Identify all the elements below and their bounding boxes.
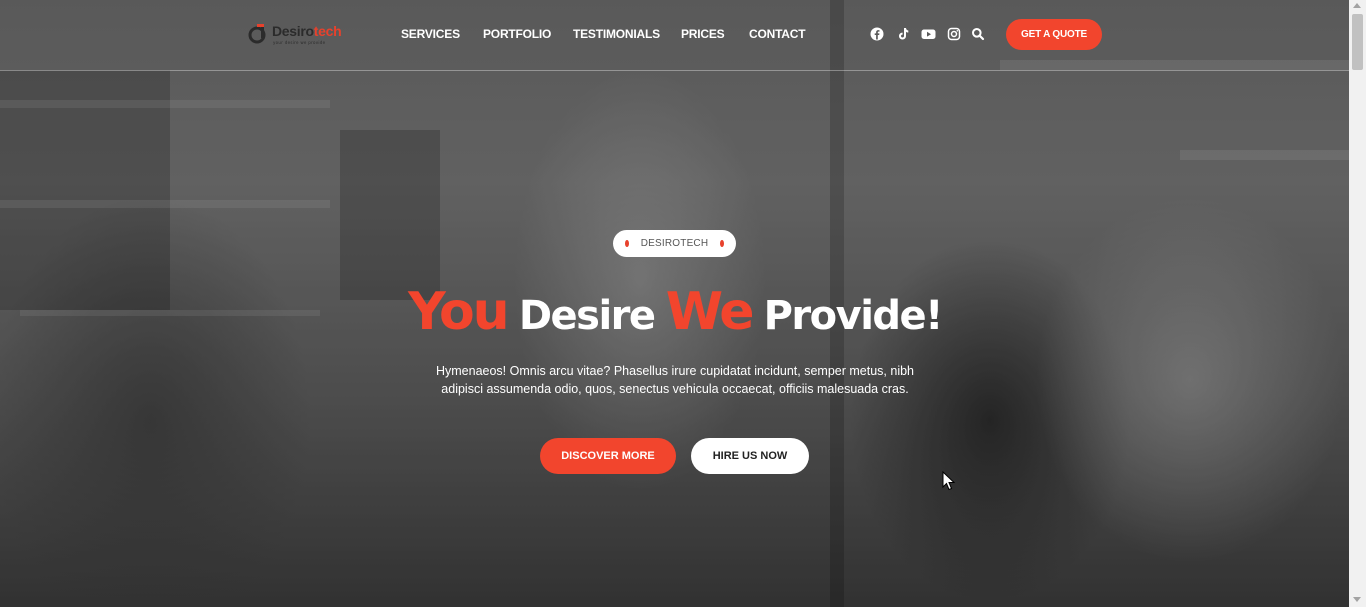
scroll-thumb[interactable]: [1352, 14, 1363, 70]
scroll-up-arrow-icon[interactable]: [1353, 3, 1361, 8]
logo-tagline: your desire we provide: [273, 40, 326, 45]
hero-badge: DESIROTECH: [613, 230, 736, 257]
scroll-down-arrow-icon[interactable]: [1353, 597, 1361, 602]
instagram-icon[interactable]: [947, 27, 961, 41]
discover-more-button[interactable]: DISCOVER MORE: [540, 438, 676, 474]
hero-headline: You Desire We Provide!: [380, 282, 970, 342]
headline-word-provide: Provide!: [763, 293, 944, 339]
site-logo[interactable]: Desirotech your desire we provide: [247, 21, 347, 49]
tiktok-icon[interactable]: [896, 27, 910, 41]
logo-mark-icon: [248, 24, 266, 44]
nav-item-portfolio[interactable]: PORTFOLIO: [483, 27, 551, 41]
headline-word-desire: Desire: [518, 293, 656, 339]
hire-us-now-button[interactable]: HIRE US NOW: [691, 438, 809, 474]
badge-dot-right: [720, 240, 724, 247]
youtube-icon[interactable]: [921, 27, 936, 41]
hero-badge-label: DESIROTECH: [640, 238, 709, 249]
headline-word-you: You: [408, 282, 510, 342]
headline-word-we: We: [665, 282, 755, 342]
search-icon[interactable]: [971, 27, 985, 41]
nav-item-services[interactable]: SERVICES: [401, 27, 460, 41]
hero-description: Hymenaeos! Omnis arcu vitae? Phasellus i…: [435, 364, 914, 396]
nav-item-prices[interactable]: PRICES: [681, 27, 725, 41]
page-scrollbar[interactable]: [1349, 0, 1366, 607]
badge-dot-left: [625, 240, 629, 247]
nav-item-contact[interactable]: CONTACT: [749, 27, 806, 41]
get-a-quote-button[interactable]: GET A QUOTE: [1006, 19, 1102, 50]
site-header: Desirotech your desire we provide SERVIC…: [0, 0, 1349, 71]
mouse-cursor-icon: [942, 471, 956, 491]
facebook-icon[interactable]: [870, 27, 884, 41]
nav-item-testimonials[interactable]: TESTIMONIALS: [573, 27, 660, 41]
logo-text: Desirotech: [272, 23, 342, 39]
